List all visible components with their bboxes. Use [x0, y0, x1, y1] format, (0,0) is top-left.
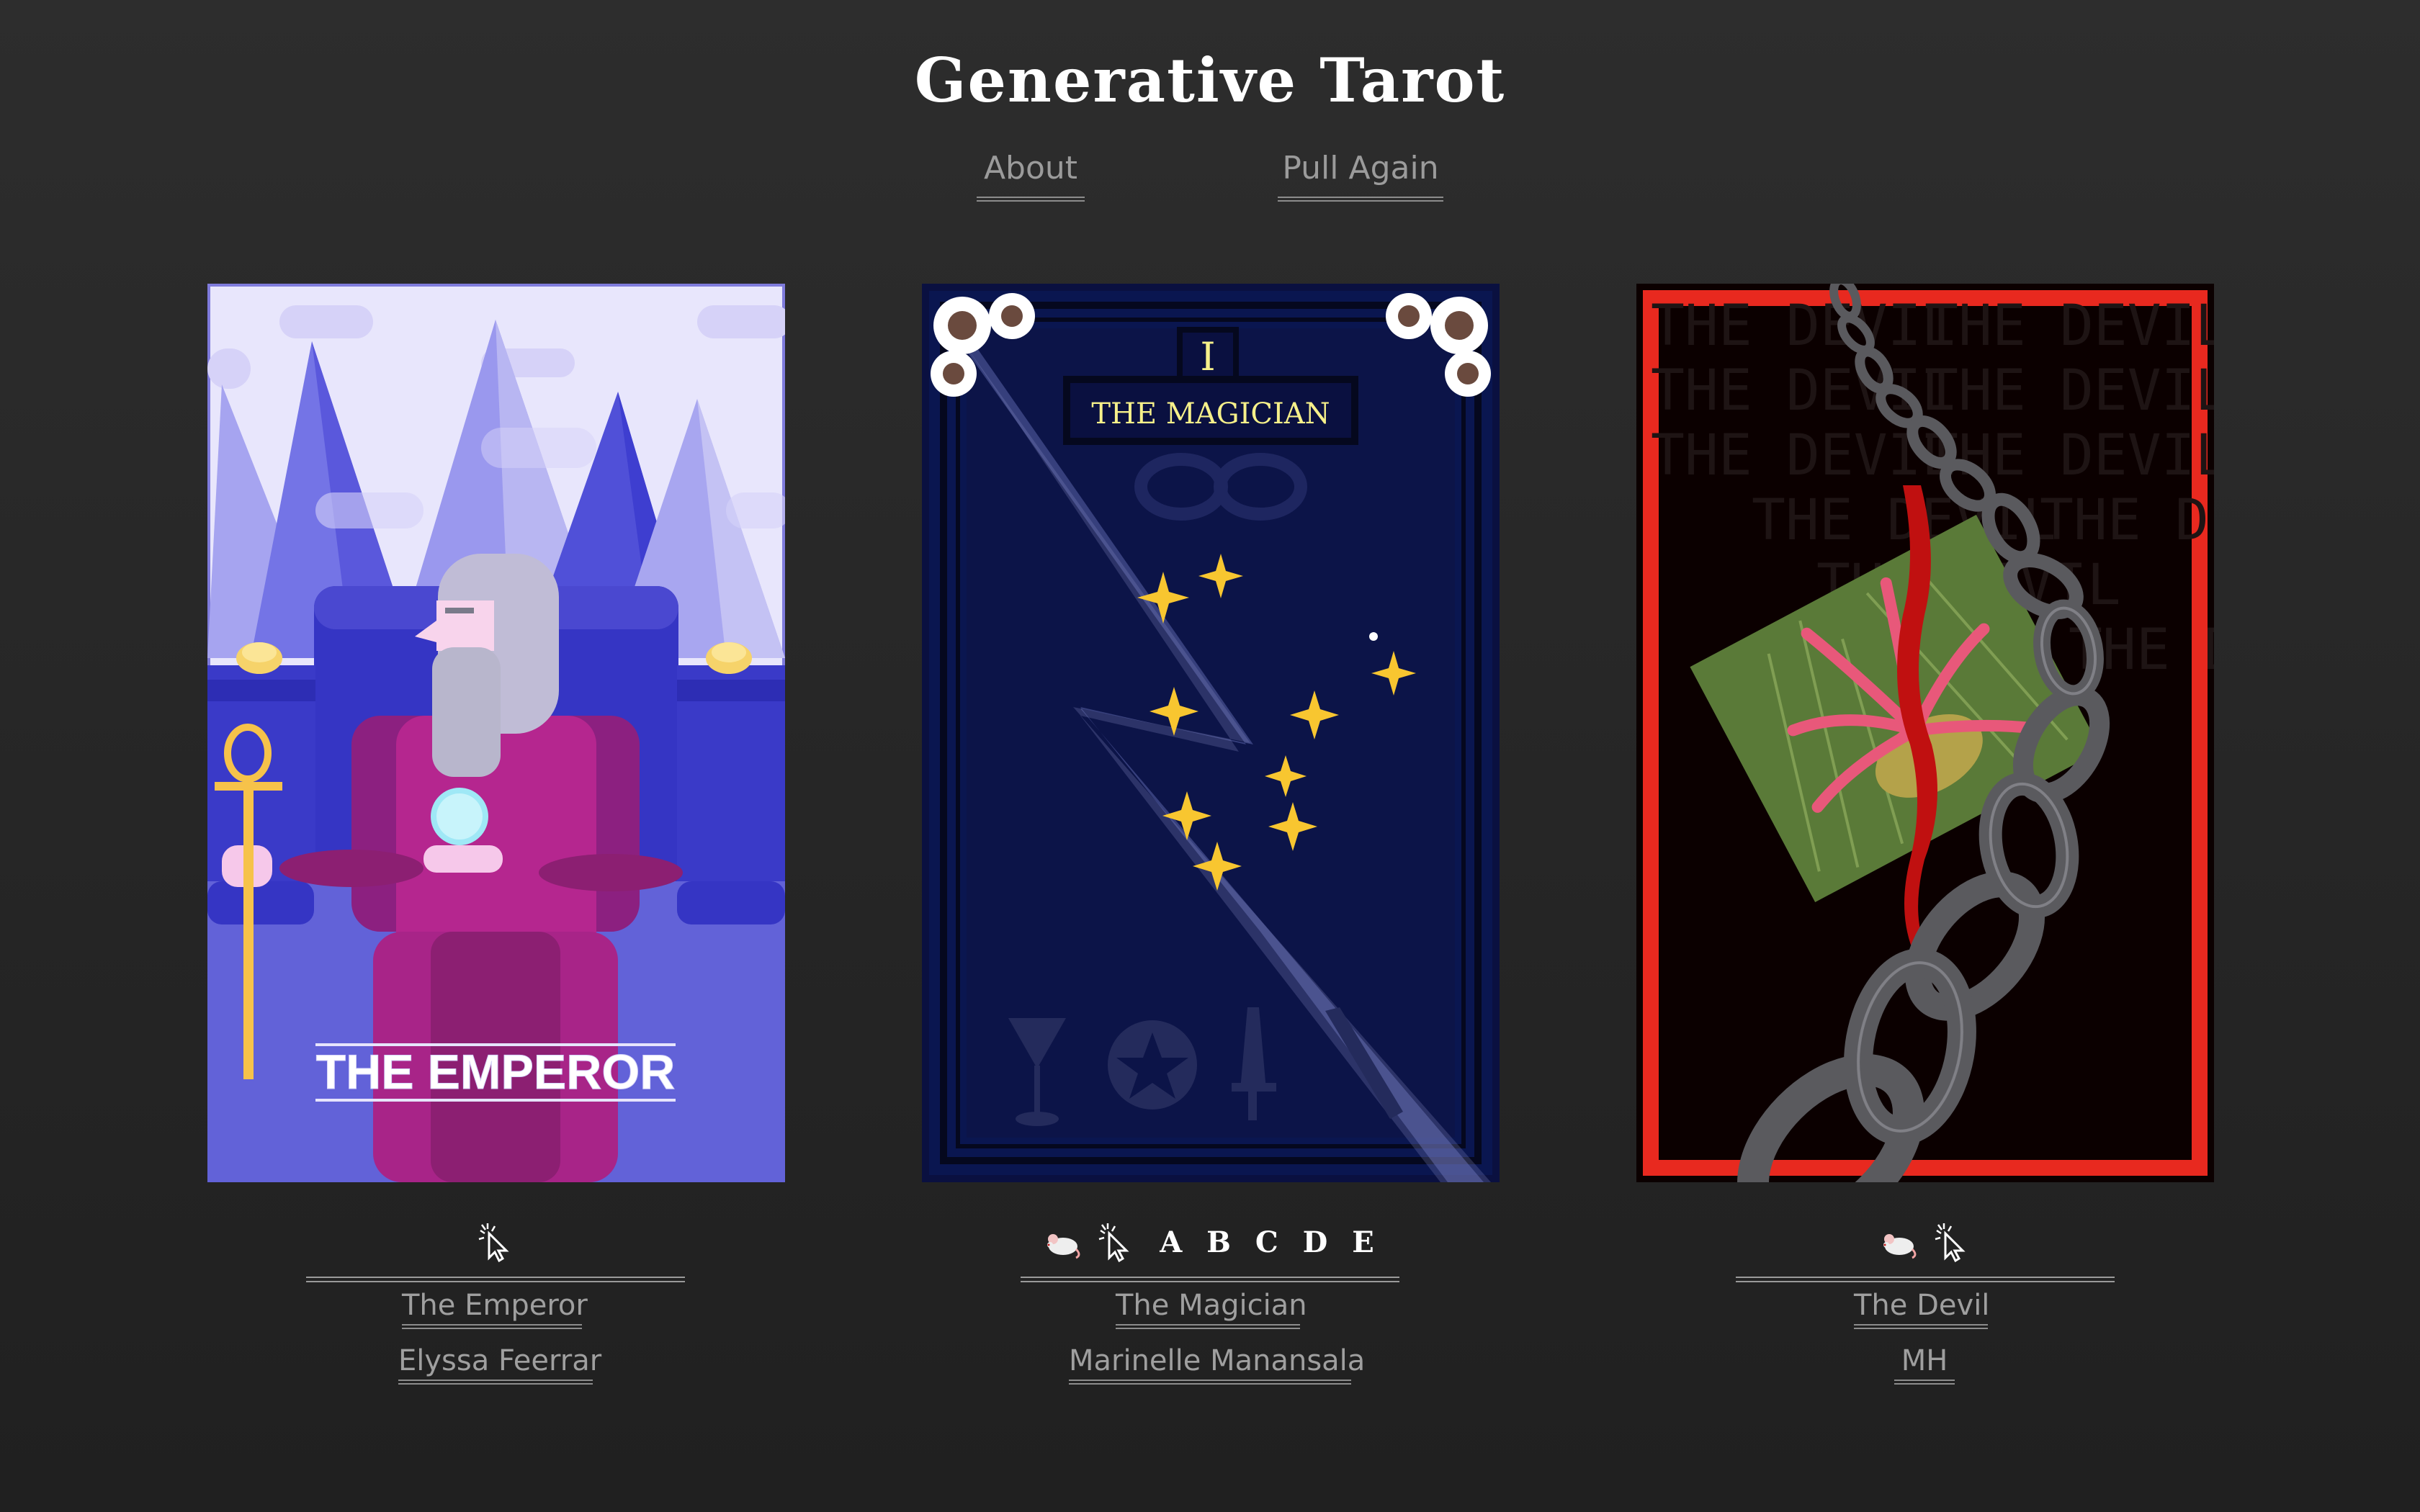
card-magician[interactable]: I THE MAGICIAN [922, 284, 1500, 1182]
page: Generative Tarot About Pull Again THE EM… [0, 0, 2420, 1512]
about-link-underline [977, 197, 1085, 202]
devil-artist: MH [1901, 1344, 1948, 1377]
devil-name-link[interactable]: The Devil [1854, 1289, 1990, 1329]
emperor-controls [207, 1210, 785, 1274]
magician-name-underline [1116, 1324, 1300, 1329]
svg-text:THE DEVIL: THE DEVIL [1924, 423, 2214, 488]
emperor-artist-underline [398, 1380, 593, 1385]
pull-again-link[interactable]: Pull Again [1278, 150, 1443, 202]
magician-name: The Magician [1116, 1289, 1307, 1322]
magician-card-title: THE MAGICIAN [1091, 397, 1330, 431]
mouse-icon[interactable] [1040, 1220, 1083, 1264]
pull-again-link-label: Pull Again [1282, 150, 1439, 186]
emperor-name: The Emperor [402, 1289, 588, 1322]
page-title: Generative Tarot [914, 45, 1506, 116]
magician-numeral: I [1200, 334, 1215, 379]
devil-artist-link[interactable]: MH [1894, 1344, 1955, 1385]
emperor-artist-link[interactable]: Elyssa Feerrar [398, 1344, 601, 1385]
about-link[interactable]: About [977, 150, 1085, 202]
emperor-name-link[interactable]: The Emperor [402, 1289, 588, 1329]
magician-artwork: I THE MAGICIAN [922, 284, 1500, 1182]
devil-controls [1636, 1210, 2214, 1274]
about-link-label: About [983, 150, 1078, 186]
devil-name-underline [1854, 1324, 1988, 1329]
magician-artist: Marinelle Manansala [1069, 1344, 1366, 1377]
svg-text:THE DEVIL: THE DEVIL [1651, 359, 1955, 423]
cursor-click-icon[interactable] [475, 1220, 518, 1264]
devil-artwork: THE DEVIL THE DEVIL THE DEVIL THE DEVIL … [1636, 284, 2214, 1182]
devil-artist-underline [1894, 1380, 1955, 1385]
card-devil[interactable]: THE DEVIL THE DEVIL THE DEVIL THE DEVIL … [1636, 284, 2214, 1182]
magician-artist-underline [1069, 1380, 1351, 1385]
emperor-name-underline [402, 1324, 582, 1329]
svg-text:THE DEVIL: THE DEVIL [1651, 294, 1955, 359]
emperor-artist: Elyssa Feerrar [398, 1344, 602, 1377]
magician-divider [1021, 1277, 1399, 1282]
magician-letters[interactable]: A B C D E [1160, 1225, 1381, 1259]
svg-text:THE DEVIL: THE DEVIL [1924, 294, 2214, 359]
cursor-click-icon[interactable] [1095, 1220, 1138, 1264]
svg-text:THE DEVIL: THE DEVIL [1924, 359, 2214, 423]
mouse-icon[interactable] [1876, 1220, 1919, 1264]
pull-again-link-underline [1278, 197, 1443, 202]
card-emperor[interactable]: THE EMPEROR [207, 284, 785, 1182]
emperor-artwork: THE EMPEROR [207, 284, 785, 1182]
cursor-click-icon[interactable] [1931, 1220, 1974, 1264]
magician-name-link[interactable]: The Magician [1116, 1289, 1307, 1329]
emperor-divider [306, 1277, 685, 1282]
svg-text:THE DEVIL: THE DEVIL [2040, 488, 2214, 553]
magician-artist-link[interactable]: Marinelle Manansala [1069, 1344, 1365, 1385]
devil-divider [1736, 1277, 2115, 1282]
magician-controls: A B C D E [922, 1210, 1500, 1274]
devil-name: The Devil [1854, 1289, 1990, 1322]
emperor-card-title: THE EMPEROR [316, 1045, 676, 1099]
